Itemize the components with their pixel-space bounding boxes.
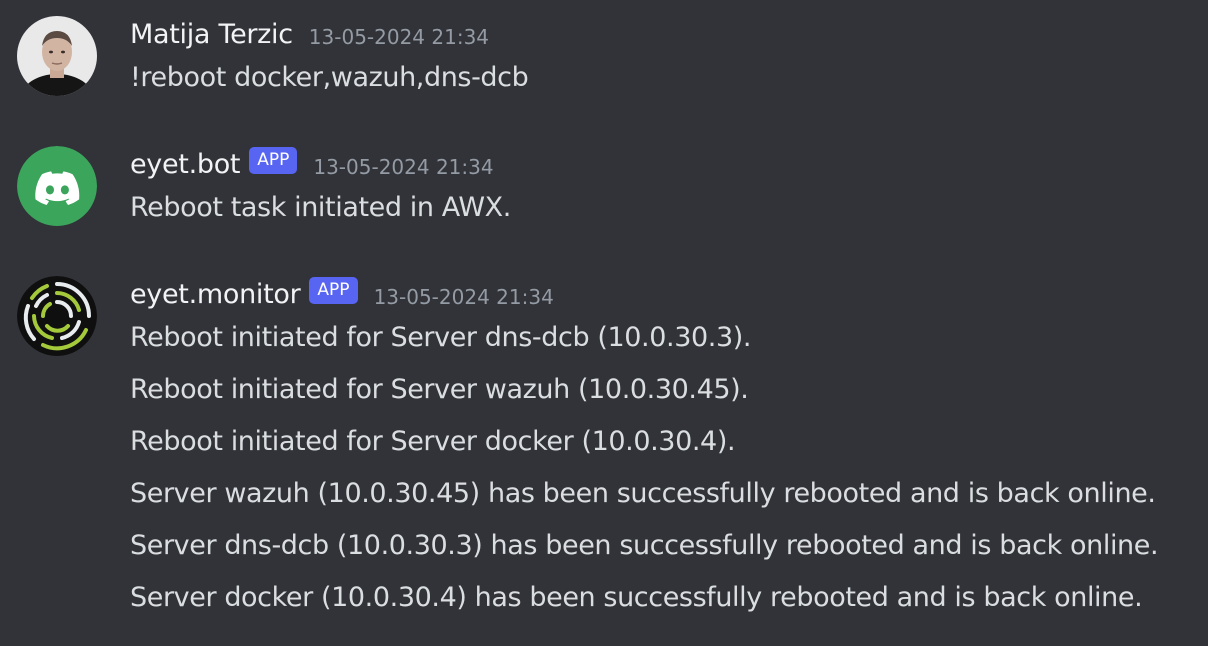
username[interactable]: Matija Terzic <box>130 19 293 50</box>
timestamp: 13-05-2024 21:34 <box>313 155 494 179</box>
monitor-avatar[interactable] <box>17 276 97 356</box>
message-line: Reboot initiated for Server docker (10.0… <box>130 426 736 457</box>
message-line: Server wazuh (10.0.30.45) has been succe… <box>130 478 1156 509</box>
username[interactable]: eyet.bot <box>130 149 241 180</box>
username[interactable]: eyet.monitor <box>130 279 301 310</box>
timestamp: 13-05-2024 21:34 <box>373 285 554 309</box>
message-line: Server docker (10.0.30.4) has been succe… <box>130 582 1143 613</box>
message-line: Reboot initiated for Server dns-dcb (10.… <box>130 322 752 353</box>
message-text: !reboot docker,wazuh,dns-dcb <box>130 62 529 93</box>
monitor-rings-logo <box>17 276 97 356</box>
message-header: Matija Terzic 13-05-2024 21:34 <box>130 17 489 51</box>
bot-avatar[interactable] <box>17 146 97 226</box>
app-badge: APP <box>249 146 298 174</box>
message-line: Server dns-dcb (10.0.30.3) has been succ… <box>130 530 1159 561</box>
message-text: Reboot task initiated in AWX. <box>130 192 511 223</box>
message-header: eyet.monitor APP 13-05-2024 21:34 <box>130 276 554 311</box>
user-photo-avatar <box>17 16 97 96</box>
discord-logo-icon <box>17 146 97 226</box>
app-badge: APP <box>309 276 358 304</box>
user-avatar[interactable] <box>17 16 97 96</box>
message-line: Reboot initiated for Server wazuh (10.0.… <box>130 374 749 405</box>
timestamp: 13-05-2024 21:34 <box>308 25 490 49</box>
message-header: eyet.bot APP 13-05-2024 21:34 <box>130 146 494 181</box>
